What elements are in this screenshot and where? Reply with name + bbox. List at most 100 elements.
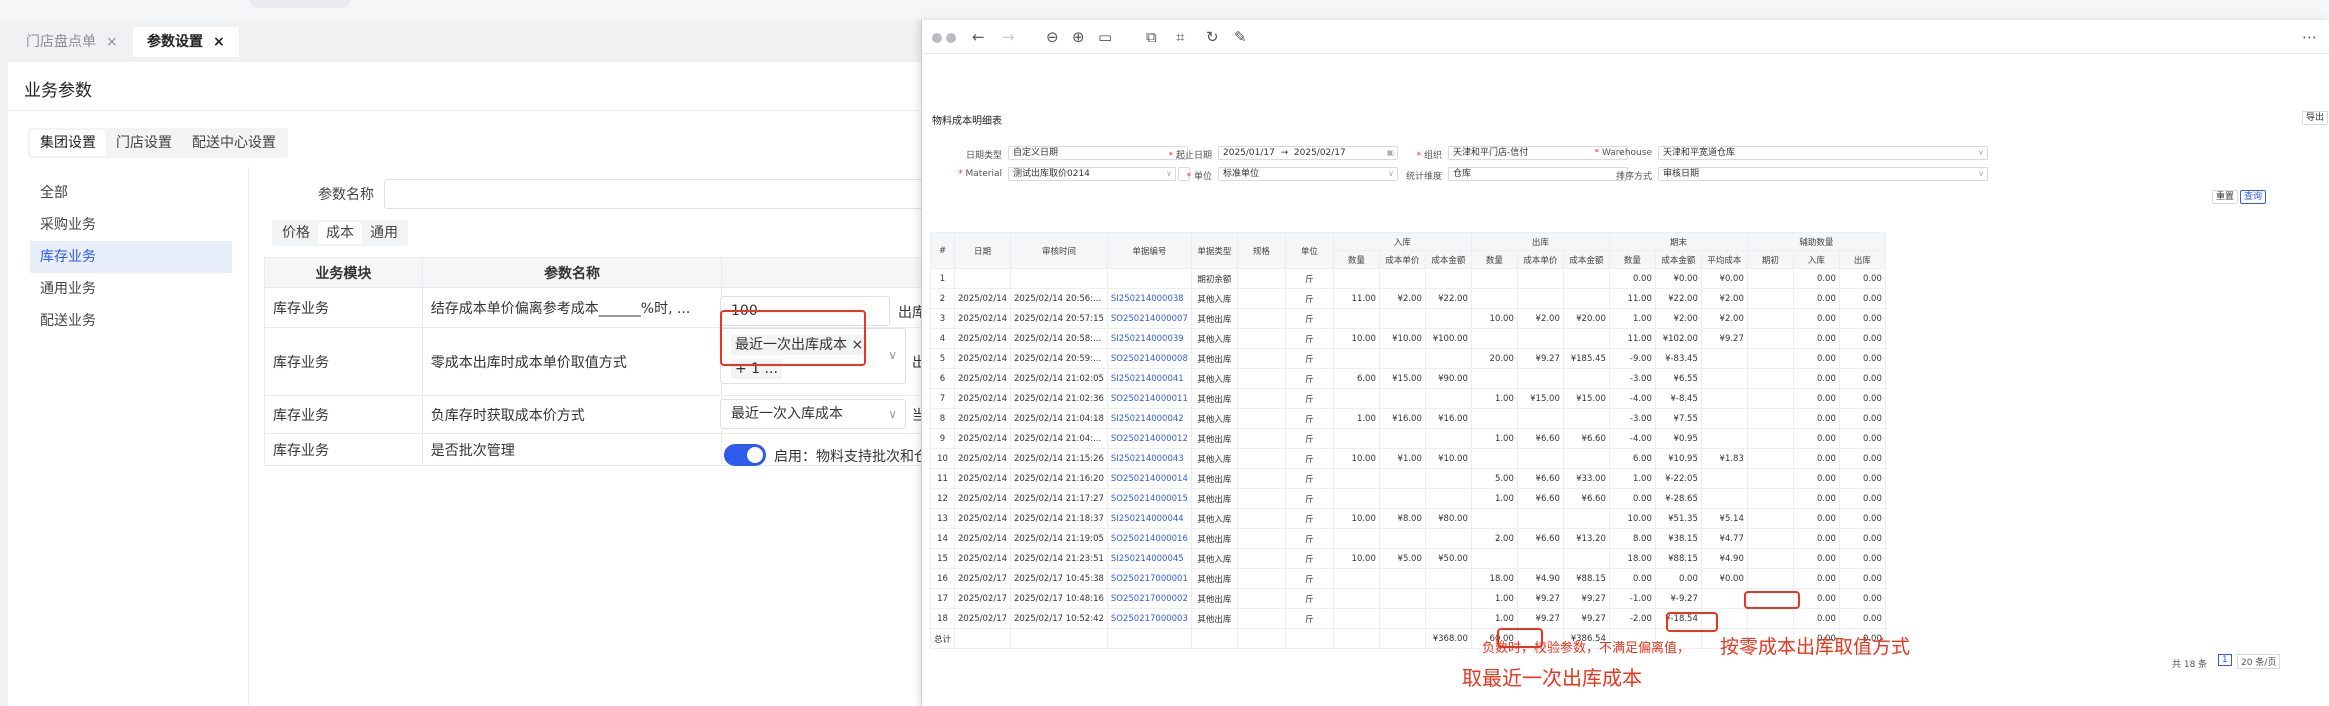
table-cell: 0.00 (1792, 268, 1840, 289)
sidebar-item-purchase[interactable]: 采购业务 (30, 209, 232, 241)
table-cell: ¥16.00 (1424, 408, 1472, 429)
doc-link[interactable]: SI250214000044 (1106, 508, 1192, 529)
copy-icon[interactable]: ⧉ (1146, 28, 1157, 46)
back-arrow-icon[interactable]: ← (972, 28, 985, 46)
zoom-in-icon[interactable]: ⊕ (1072, 28, 1085, 46)
tab-store-settings[interactable]: 门店设置 (106, 130, 182, 156)
pager-size-select[interactable]: 20 条/页 (2237, 654, 2281, 669)
warehouse-select[interactable]: 天津和平宽道仓库 ∨ (1658, 146, 1988, 160)
tab-price[interactable]: 价格 (274, 222, 318, 244)
table-cell (1332, 568, 1380, 589)
table-row: 1 期初余额斤 0.00 ¥0.00 ¥0.00 0.00 0.00 (929, 268, 1886, 289)
doc-link[interactable]: SI250214000041 (1106, 368, 1192, 389)
table-cell: 1 (929, 268, 956, 289)
table-cell: 1.00 (1470, 428, 1518, 449)
table-cell: 斤 (1284, 508, 1334, 529)
sort-label: 排序方式 (1615, 172, 1652, 182)
doc-link[interactable]: SO250214000011 (1106, 388, 1192, 409)
doc-link[interactable]: SO250217000001 (1106, 568, 1192, 589)
table-cell (1746, 308, 1794, 329)
pager-page[interactable]: 1 (2218, 654, 2232, 666)
close-window-icon[interactable] (932, 33, 942, 43)
sidebar-item-general[interactable]: 通用业务 (30, 273, 232, 305)
close-icon[interactable]: × (213, 34, 225, 50)
tab-group-settings[interactable]: 集团设置 (30, 130, 106, 156)
sidebar-item-all[interactable]: 全部 (30, 177, 232, 209)
tab-cost[interactable]: 成本 (318, 222, 362, 244)
table-cell (1332, 348, 1380, 369)
table-cell (1236, 268, 1286, 289)
table-cell (1236, 608, 1286, 629)
doc-link[interactable]: SI250214000038 (1106, 288, 1192, 309)
tab-store-inventory[interactable]: 门店盘点单 × (12, 27, 132, 57)
table-cell: 0.00 (1838, 388, 1886, 409)
doc-link[interactable]: SO250214000016 (1106, 528, 1192, 549)
scope-tabs: 集团设置 门店设置 配送中心设置 (28, 128, 288, 158)
table-row: 18 2025/02/17 2025/02/17 10:52:42 SO2502170… (929, 608, 1886, 629)
reset-button[interactable]: 重置 (2212, 190, 2239, 204)
doc-link[interactable]: SI250214000039 (1106, 328, 1192, 349)
doc-link[interactable]: SO250214000007 (1106, 308, 1192, 329)
table-cell: ¥80.00 (1424, 508, 1472, 529)
doc-link[interactable]: SO250214000012 (1106, 428, 1192, 449)
sort-select[interactable]: 审核日期 ∨ (1658, 167, 1988, 181)
table-cell: ¥0.00 (1700, 268, 1748, 289)
col-audit-time[interactable]: 审核时间 (1010, 232, 1108, 269)
table-cell (1746, 328, 1794, 349)
zoom-out-icon[interactable]: ⊖ (1046, 28, 1059, 46)
rotate-icon[interactable]: ↻ (1206, 28, 1219, 46)
export-button[interactable]: 导出 (2302, 111, 2329, 125)
doc-link[interactable]: SI250214000042 (1106, 408, 1192, 429)
doc-link[interactable]: SO250214000015 (1106, 488, 1192, 509)
table-cell: ¥1.00 (1378, 448, 1426, 469)
table-cell (1700, 368, 1748, 389)
table-cell: ¥90.00 (1424, 368, 1472, 389)
table-cell: ¥-9.27 (1654, 588, 1702, 609)
table-cell (1746, 568, 1794, 589)
table-cell: ¥20.00 (1562, 308, 1610, 329)
doc-link[interactable]: SI250214000045 (1106, 548, 1192, 569)
doc-link[interactable]: SO250217000002 (1106, 588, 1192, 609)
cell-module: 库存业务 (264, 395, 423, 434)
col-date[interactable]: 日期 (954, 232, 1012, 269)
tool-icon[interactable]: ✎ (1234, 28, 1247, 46)
table-cell: 2025/02/14 (954, 548, 1012, 569)
table-cell: ¥10.95 (1654, 448, 1702, 469)
tab-common[interactable]: 通用 (362, 222, 406, 244)
col-value (721, 257, 944, 288)
required-mark: * (1416, 151, 1424, 161)
sidebar-item-delivery[interactable]: 配送业务 (30, 305, 232, 337)
table-cell (1516, 548, 1564, 569)
table-cell (1236, 588, 1286, 609)
table-cell: 0.00 (1792, 488, 1840, 509)
label-text: Warehouse (1601, 148, 1652, 158)
select-value: 天津和平宽道仓库 (1663, 148, 1736, 158)
batch-toggle[interactable] (724, 444, 766, 466)
sidebar-item-inventory[interactable]: 库存业务 (30, 241, 232, 273)
doc-link[interactable]: SI250214000043 (1106, 448, 1192, 469)
fit-icon[interactable]: ▭ (1098, 28, 1112, 46)
tab-param-settings[interactable]: 参数设置 × (133, 27, 239, 57)
query-button[interactable]: 查询 (2240, 190, 2267, 204)
table-row: 2 2025/02/14 2025/02/14 20:56:... SI2502140… (929, 288, 1886, 309)
table-cell: 0.00 (1792, 548, 1840, 569)
table-cell (1332, 588, 1380, 609)
more-icon[interactable]: ⋯ (2302, 28, 2317, 46)
forward-arrow-icon[interactable]: → (1002, 28, 1015, 46)
doc-link[interactable]: SO250214000008 (1106, 348, 1192, 369)
doc-link[interactable]: SO250214000014 (1106, 468, 1192, 489)
minimize-window-icon[interactable] (946, 33, 956, 43)
tab-dc-settings[interactable]: 配送中心设置 (182, 130, 286, 156)
table-cell: ¥15.00 (1378, 368, 1426, 389)
table-cell (1700, 348, 1748, 369)
table-cell (1562, 268, 1610, 289)
total-cell (1284, 628, 1334, 649)
col-doc-no[interactable]: 单据编号 (1106, 232, 1192, 269)
table-row: 5 2025/02/14 2025/02/14 20:59:... SO2502140… (929, 348, 1886, 369)
close-icon[interactable]: × (106, 34, 118, 50)
doc-link[interactable]: SO250217000003 (1106, 608, 1192, 629)
negative-stock-select[interactable]: 最近一次入库成本 ∨ (720, 399, 906, 429)
crop-icon[interactable]: ⌗ (1176, 28, 1184, 46)
table-cell: 0.00 (1792, 528, 1840, 549)
param-name-input[interactable] (384, 179, 944, 209)
